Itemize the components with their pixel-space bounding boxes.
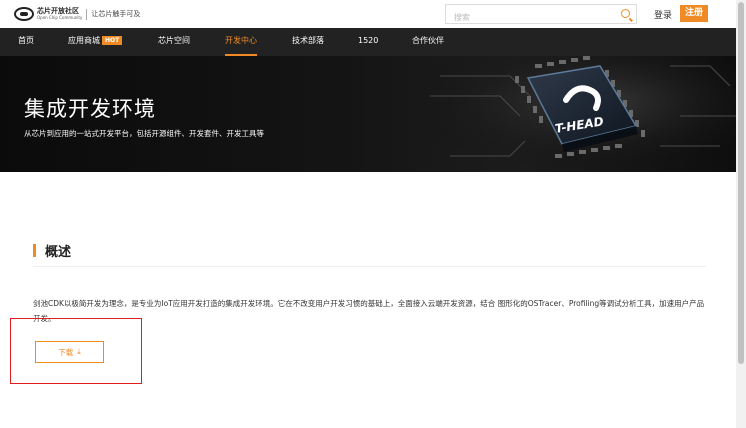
download-icon: ⤓ bbox=[77, 347, 81, 356]
main-nav: 首页 应用商城 HOT 芯片空间 开发中心 技术部落 1520 合作伙伴 bbox=[0, 28, 736, 56]
site-logo[interactable]: 芯片开放社区 Open Chip Community 让芯片触手可及 bbox=[14, 7, 140, 21]
logo-name: 芯片开放社区 bbox=[37, 7, 79, 15]
section-divider bbox=[33, 266, 706, 267]
nav-item-app-store[interactable]: 应用商城 HOT bbox=[68, 28, 123, 56]
page-scrollbar[interactable] bbox=[736, 0, 746, 428]
nav-item-dev-center[interactable]: 开发中心 bbox=[225, 28, 257, 56]
nav-item-chip-space[interactable]: 芯片空间 bbox=[158, 28, 190, 56]
top-bar: 芯片开放社区 Open Chip Community 让芯片触手可及 登录 注册 bbox=[0, 0, 736, 28]
overview-heading: 概述 bbox=[33, 241, 71, 260]
logo-icon bbox=[14, 7, 34, 21]
download-button[interactable]: 下载 ⤓ bbox=[35, 341, 104, 363]
logo-slogan: 让芯片触手可及 bbox=[91, 10, 141, 18]
download-label: 下载 bbox=[58, 347, 74, 357]
scrollbar-thumb[interactable] bbox=[738, 2, 744, 364]
heading-accent-bar bbox=[33, 244, 36, 257]
logo-divider bbox=[86, 8, 88, 20]
register-button[interactable]: 注册 bbox=[680, 5, 709, 22]
search-input[interactable] bbox=[446, 8, 606, 27]
nav-item-home[interactable]: 首页 bbox=[18, 28, 34, 56]
nav-item-partners[interactable]: 合作伙伴 bbox=[412, 28, 444, 56]
nav-item-label: 应用商城 bbox=[68, 36, 100, 45]
search-box bbox=[445, 4, 637, 27]
section-title: 概述 bbox=[45, 245, 72, 260]
search-icon[interactable] bbox=[621, 9, 630, 18]
nav-item-tech-tribe[interactable]: 技术部落 bbox=[292, 28, 324, 56]
hero-subtitle: 从芯片到应用的一站式开发平台，包括开源组件、开发套件、开发工具等 bbox=[24, 129, 264, 138]
hero-title: 集成开发环境 bbox=[24, 97, 156, 121]
hot-badge: HOT bbox=[102, 36, 123, 45]
hero-banner: T-HEAD 集成开发环境 从芯片到应用的一站式开发平台，包括开源组件、开发套件… bbox=[0, 56, 736, 172]
nav-item-1520[interactable]: 1520 bbox=[358, 28, 378, 56]
login-link[interactable]: 登录 bbox=[654, 8, 672, 21]
chip-illustration: T-HEAD bbox=[420, 56, 736, 172]
logo-subtitle: Open Chip Community bbox=[37, 15, 83, 20]
